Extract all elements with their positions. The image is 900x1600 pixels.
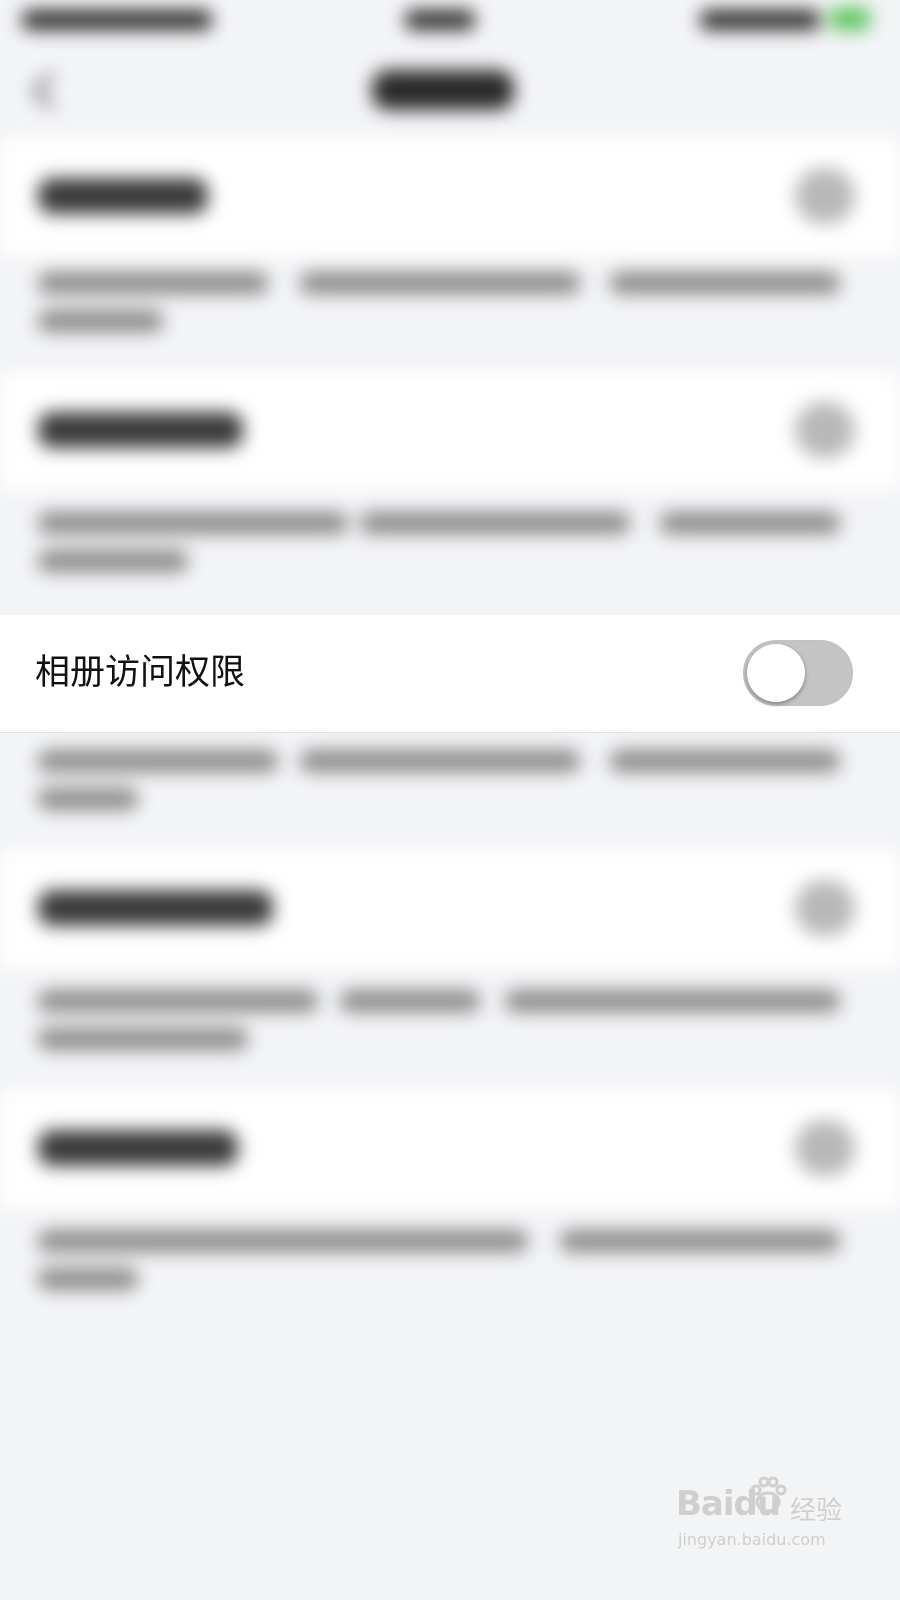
description-blurred [38,990,318,1012]
album-access-permission-row[interactable]: 相册访问权限 [0,615,900,733]
row-label-blurred [38,1130,238,1166]
settings-row-blurred[interactable] [0,372,900,490]
watermark-brand-cn: 经验 [790,1496,843,1526]
settings-row-blurred[interactable] [0,1090,900,1208]
description-blurred [660,512,840,534]
description-blurred [505,990,840,1012]
album-access-permission-toggle[interactable] [743,640,853,706]
watermark-brand: Baidu [676,1484,781,1524]
description-blurred [340,990,480,1012]
description-blurred [360,512,630,534]
settings-row-blurred[interactable] [0,138,900,256]
description-blurred [610,272,840,294]
description-blurred [38,1268,138,1290]
battery-icon [830,8,870,30]
row-label-blurred [38,178,208,214]
status-bar [0,0,900,50]
description-blurred [610,750,840,772]
description-blurred [38,512,348,534]
blurred-background [0,0,900,1600]
toggle-knob[interactable] [747,644,805,702]
description-blurred [38,310,163,332]
status-carrier [22,10,212,30]
baidu-jingyan-watermark: Baidu 经验 jingyan.baidu.com [676,1474,846,1554]
back-chevron-icon[interactable] [32,72,70,110]
row-toggle-blurred[interactable] [795,880,855,936]
description-blurred [38,1028,248,1050]
row-toggle-blurred[interactable] [795,1120,855,1176]
description-blurred [300,750,580,772]
row-label-blurred [38,890,273,926]
row-label-blurred [38,412,243,448]
nav-bar [0,50,900,132]
row-toggle-blurred[interactable] [795,402,855,458]
description-blurred [38,788,138,810]
status-indicators [700,10,820,30]
album-access-permission-label: 相册访问权限 [35,653,246,693]
nav-title [372,70,514,110]
description-blurred [300,272,580,294]
description-blurred [38,1230,528,1252]
description-blurred [38,272,268,294]
settings-row-blurred[interactable] [0,850,900,968]
status-time [405,10,475,30]
watermark-url: jingyan.baidu.com [678,1530,826,1549]
description-blurred [560,1230,840,1252]
row-toggle-blurred[interactable] [795,168,855,224]
description-blurred [38,750,278,772]
description-blurred [38,550,188,572]
